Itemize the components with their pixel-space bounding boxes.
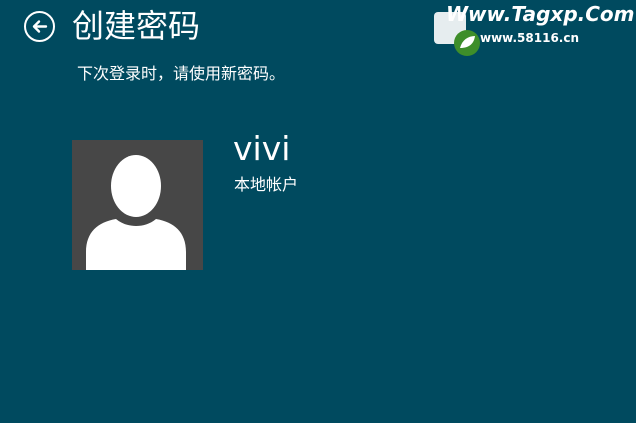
back-button[interactable] (24, 11, 55, 42)
watermark-secondary-url: www.58116.cn (480, 31, 580, 45)
avatar (72, 140, 203, 270)
back-arrow-icon (32, 20, 48, 33)
watermark-leaf-icon (454, 30, 480, 56)
user-name: vivi (233, 129, 291, 168)
create-password-screen: { "header": { "title": "创建密码", "back_ico… (0, 0, 636, 423)
user-silhouette-icon (86, 155, 186, 270)
instruction-text: 下次登录时，请使用新密码。 (77, 64, 286, 83)
page-title: 创建密码 (72, 7, 201, 45)
account-type-label: 本地帐户 (234, 175, 299, 194)
site-watermark: Www.Tagxp.Com www.58116.cn (430, 0, 636, 60)
watermark-url: Www.Tagxp.Com (446, 2, 635, 26)
